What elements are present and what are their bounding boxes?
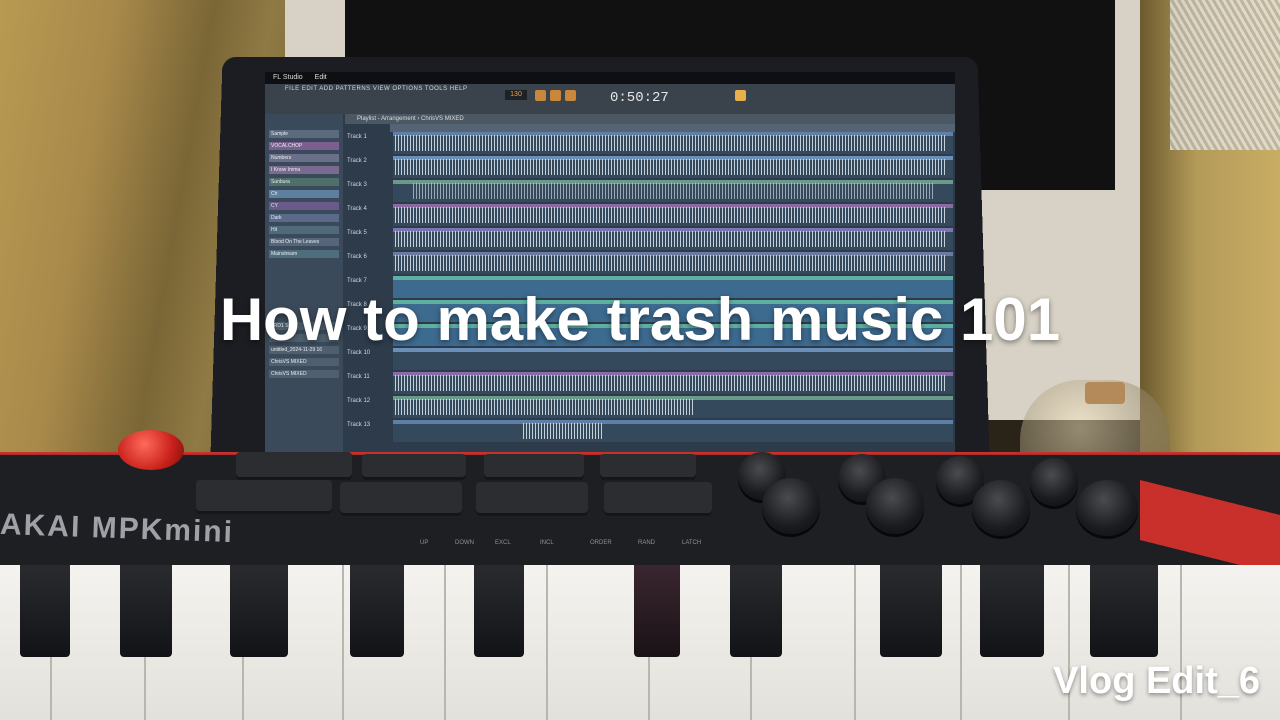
playlist-title: Playlist - Arrangement › ChrisVS MIXED	[345, 114, 955, 124]
browser-item: Mainstream	[269, 250, 339, 258]
record-button	[535, 90, 546, 101]
browser-item: CY	[269, 202, 339, 210]
browser-item: Blood On The Leaves	[269, 238, 339, 246]
browser-item: Sample	[269, 130, 339, 138]
drum-pad	[600, 454, 696, 480]
browser-item: Ch	[269, 190, 339, 198]
keyboard-label: EXCL	[495, 540, 511, 546]
track-lane	[393, 180, 953, 202]
browser-item: Numbers	[269, 154, 339, 162]
drum-pad	[476, 482, 588, 516]
mac-menubar: FL Studio Edit	[265, 72, 955, 84]
browser-item: VOCALCHOP	[269, 142, 339, 150]
black-key	[880, 565, 942, 657]
vlog-subtitle: Vlog Edit_6	[1053, 660, 1260, 702]
rotary-knob	[1076, 480, 1138, 536]
track-label: Track 11	[347, 374, 370, 380]
track-lane	[393, 420, 953, 442]
tempo-display: 130	[505, 90, 527, 100]
track-label: Track 6	[347, 254, 367, 260]
track-label: Track 1	[347, 134, 367, 140]
drum-pad	[484, 454, 584, 480]
rotary-knob	[866, 478, 924, 534]
track-lane	[393, 252, 953, 274]
playlist-timeline	[390, 124, 955, 132]
photo-scene: FL Studio Edit FILE EDIT ADD PATTERNS VI…	[0, 0, 1280, 720]
browser-item: ChrisVS MIXED	[269, 370, 339, 378]
black-key	[1090, 565, 1158, 657]
track-label: Track 4	[347, 206, 367, 212]
track-lane	[393, 156, 953, 178]
black-key	[980, 565, 1044, 657]
track-lane	[393, 204, 953, 226]
rotary-knob	[762, 478, 820, 534]
keyboard-label: RAND	[638, 540, 656, 546]
track-lane	[393, 132, 953, 154]
rotary-knob	[1030, 458, 1078, 506]
menubar-app-name: FL Studio	[273, 74, 303, 81]
browser-item: Dark	[269, 214, 339, 222]
pattern-song-toggle	[550, 90, 561, 101]
menubar-edit: Edit	[314, 74, 327, 81]
video-title: How to make trash music 101	[219, 286, 1061, 353]
black-key	[350, 565, 404, 657]
black-key	[474, 565, 524, 657]
track-label: Track 2	[347, 158, 367, 164]
black-key	[730, 565, 782, 657]
track-lane	[393, 228, 953, 250]
track-label: Track 7	[347, 278, 367, 284]
browser-item: I Know Imma	[269, 166, 339, 174]
drum-pad	[604, 482, 712, 516]
keyboard-label: DOWN	[455, 540, 474, 546]
track-label: Track 13	[347, 422, 371, 428]
keyboard-label: LATCH	[682, 540, 702, 546]
keyboard-label: UP	[420, 540, 429, 546]
track-label: Track 5	[347, 230, 367, 236]
keyboard-label: INCL	[540, 540, 554, 546]
fl-main-menu: FILE EDIT ADD PATTERNS VIEW OPTIONS TOOL…	[285, 86, 468, 92]
drum-pad	[362, 454, 466, 480]
jar-cork	[1085, 382, 1125, 404]
playlist-icon	[735, 90, 746, 101]
track-label: Track 3	[347, 182, 367, 188]
black-key	[20, 565, 70, 657]
track-label: Track 12	[347, 398, 371, 404]
black-key	[634, 565, 680, 657]
drum-pad	[236, 452, 352, 480]
time-display: 0:50:27	[610, 90, 669, 106]
joystick-knob	[118, 430, 184, 470]
black-key	[230, 565, 288, 657]
keyboard-label: ORDER	[590, 540, 612, 546]
metronome-icon	[565, 90, 576, 101]
rotary-knob	[972, 480, 1030, 536]
browser-item: ChrisVS MIXED	[269, 358, 339, 366]
track-lane	[393, 372, 953, 394]
desk-fan	[1170, 0, 1280, 150]
drum-pad	[340, 482, 462, 516]
black-key	[120, 565, 172, 657]
browser-item: Sunbura	[269, 178, 339, 186]
fl-studio-window: FL Studio Edit FILE EDIT ADD PATTERNS VI…	[265, 72, 955, 462]
browser-item: Hit	[269, 226, 339, 234]
drum-pad	[196, 480, 332, 514]
fl-toolbar: FILE EDIT ADD PATTERNS VIEW OPTIONS TOOL…	[265, 84, 955, 114]
track-lane	[393, 396, 953, 418]
